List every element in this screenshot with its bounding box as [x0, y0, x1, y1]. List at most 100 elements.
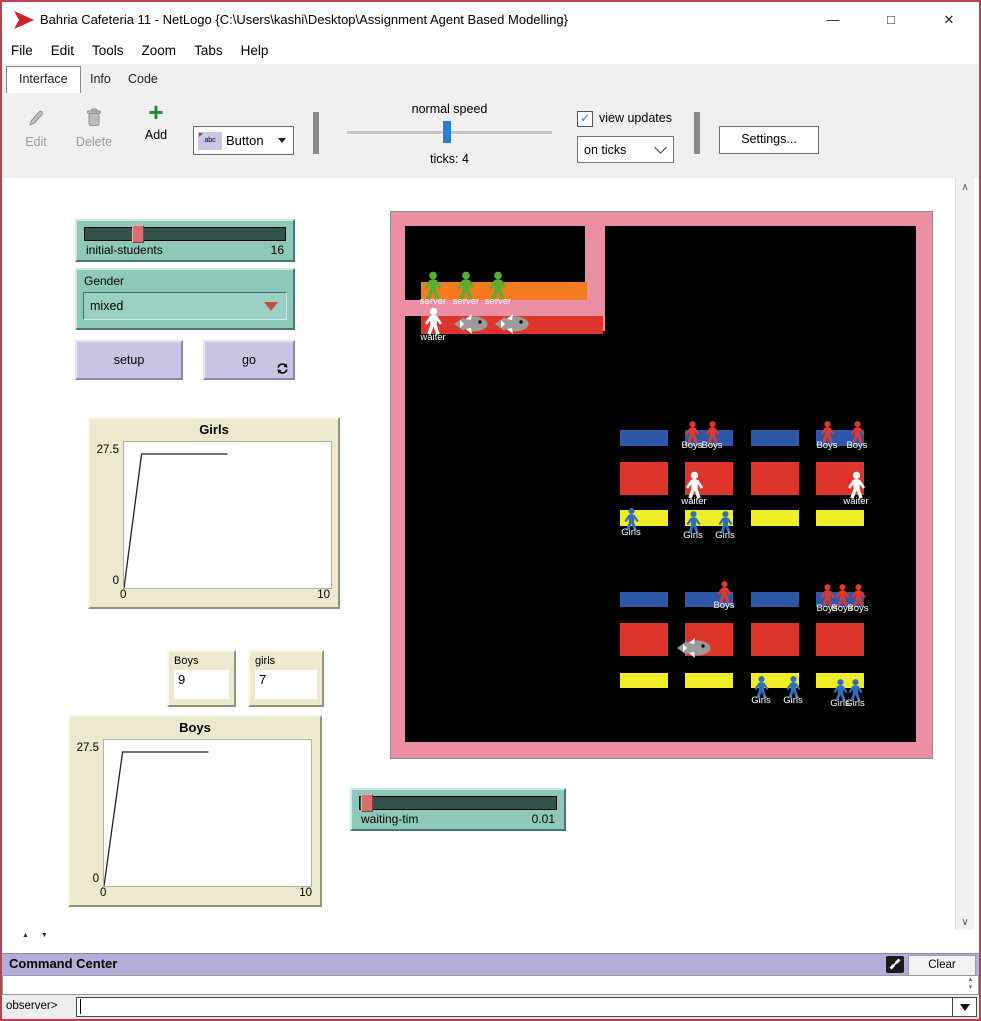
clear-button[interactable]: Clear — [908, 955, 976, 976]
monitor-label: girls — [255, 655, 275, 667]
view-updates-label: view updates — [599, 111, 672, 125]
delete-button[interactable]: Delete — [64, 108, 124, 149]
slider-initial-students[interactable]: initial-students 16 — [75, 219, 295, 262]
chooser-dropdown-icon — [264, 302, 278, 311]
world-view[interactable]: server server server waiter Boys Boys Bo… — [390, 211, 933, 759]
slider-handle[interactable] — [132, 225, 144, 243]
command-center-expand-button[interactable] — [886, 956, 904, 973]
agent-label: Boys — [681, 440, 702, 451]
command-history-dropdown[interactable] — [952, 997, 977, 1017]
agent-label: Boys — [816, 440, 837, 451]
slider-value: 0.01 — [532, 812, 555, 826]
ticks-counter: ticks: 4 — [347, 152, 552, 166]
agent-label: Girls — [783, 695, 803, 706]
slider-handle[interactable] — [361, 794, 373, 812]
table-blue-lower — [620, 592, 668, 607]
table-red-lower — [620, 623, 668, 656]
agent-label: waiter — [420, 332, 445, 343]
agent-label: Boys — [846, 440, 867, 451]
y-axis-min-tick: 0 — [70, 873, 99, 885]
agent-label: Boys — [713, 600, 734, 611]
menu-item-help[interactable]: Help — [232, 40, 278, 58]
setup-label: setup — [77, 353, 181, 367]
agent-label: Girls — [683, 530, 703, 541]
speed-slider[interactable] — [347, 131, 552, 135]
x-axis-max-tick: 10 — [317, 589, 330, 601]
y-axis-min-tick: 0 — [90, 575, 119, 587]
forever-icon — [276, 362, 289, 375]
widget-type-dropdown[interactable]: abc Button — [193, 126, 294, 155]
mini-scroll-up-icon[interactable]: ▴ — [969, 976, 973, 983]
menu-item-file[interactable]: File — [2, 40, 42, 58]
monitor-girls: girls 7 — [248, 650, 324, 707]
mini-scroll-down-icon[interactable]: ▾ — [969, 984, 973, 991]
monitor-value: 7 — [255, 670, 317, 699]
table-yellow-lower — [620, 673, 668, 688]
toolbar-separator — [694, 112, 700, 154]
menu-item-tabs[interactable]: Tabs — [185, 40, 232, 58]
speed-slider-handle[interactable] — [443, 121, 451, 143]
slider-track[interactable] — [84, 227, 286, 241]
agent-fish — [453, 314, 489, 339]
splitter-arrows-icon[interactable]: ▲ ▼ — [22, 932, 53, 939]
plus-icon: + — [148, 97, 163, 127]
button-widget-chip-icon: abc — [198, 132, 222, 150]
chevron-down-icon — [654, 141, 667, 154]
table-red-lower — [816, 623, 864, 656]
menu-item-edit[interactable]: Edit — [42, 40, 83, 58]
x-axis-min-tick: 0 — [120, 589, 126, 601]
table-blue-upper — [751, 430, 799, 446]
slider-value: 16 — [271, 243, 284, 257]
close-button[interactable]: ✕ — [927, 0, 971, 40]
add-button[interactable]: + Add — [134, 100, 178, 142]
plot-line-girls — [124, 454, 228, 588]
agent-label: Boys — [701, 440, 722, 451]
slider-track[interactable] — [359, 796, 557, 810]
interface-vertical-scrollbar[interactable]: ∧ ∨ — [955, 178, 974, 930]
tab-code[interactable]: Code — [116, 67, 170, 91]
view-updates-checkbox[interactable]: ✓ — [577, 111, 593, 127]
chooser-gender[interactable]: Gender mixed — [75, 268, 295, 330]
tab-interface[interactable]: Interface — [6, 66, 81, 93]
command-center-output[interactable]: ▴ ▾ — [2, 975, 979, 995]
netlogo-icon — [13, 10, 35, 30]
agent-label: waiter — [681, 496, 706, 507]
table-red-lower — [751, 623, 799, 656]
toolbar-separator — [313, 112, 319, 154]
maximize-button[interactable]: □ — [869, 0, 913, 40]
settings-button[interactable]: Settings... — [719, 126, 819, 154]
menu-item-tools[interactable]: Tools — [83, 40, 133, 58]
plot-title: Boys — [70, 720, 320, 735]
title-bar[interactable]: Bahria Cafeteria 11 - NetLogo {C:\Users\… — [0, 0, 981, 40]
table-blue-lower — [751, 592, 799, 607]
menu-bar: FileEditToolsZoomTabsHelp — [2, 40, 979, 64]
setup-button[interactable]: setup — [75, 340, 183, 380]
monitor-label: Boys — [174, 655, 198, 667]
edit-label: Edit — [14, 135, 58, 149]
command-input[interactable] — [76, 997, 953, 1017]
chooser-select[interactable]: mixed — [83, 292, 287, 320]
edit-button[interactable]: Edit — [14, 108, 58, 149]
plot-line-boys — [104, 752, 209, 886]
scroll-down-icon[interactable]: ∨ — [956, 917, 974, 928]
netlogo-window: Bahria Cafeteria 11 - NetLogo {C:\Users\… — [0, 0, 981, 1021]
menu-item-zoom[interactable]: Zoom — [133, 40, 186, 58]
slider-waiting-time[interactable]: waiting-tim 0.01 — [350, 788, 566, 831]
pencil-icon — [27, 108, 45, 128]
agent-label: waiter — [843, 496, 868, 507]
y-axis-max-tick: 27.5 — [70, 742, 99, 754]
update-mode-dropdown[interactable]: on ticks — [577, 136, 674, 163]
table-yellow-upper — [751, 510, 799, 526]
monitor-value: 9 — [174, 670, 229, 699]
output-mini-scrollbar[interactable]: ▴ ▾ — [964, 976, 977, 994]
command-center-splitter[interactable]: ▲ ▼ — [0, 930, 981, 953]
add-label: Add — [134, 128, 178, 142]
plot-title: Girls — [90, 422, 338, 437]
minimize-button[interactable]: — — [811, 0, 855, 40]
agent-label: server — [453, 296, 479, 307]
plot-canvas — [123, 441, 332, 589]
scroll-up-icon[interactable]: ∧ — [956, 182, 974, 193]
y-axis-max-tick: 27.5 — [90, 444, 119, 456]
command-center-title: Command Center — [9, 956, 117, 971]
go-button[interactable]: go — [203, 340, 295, 380]
